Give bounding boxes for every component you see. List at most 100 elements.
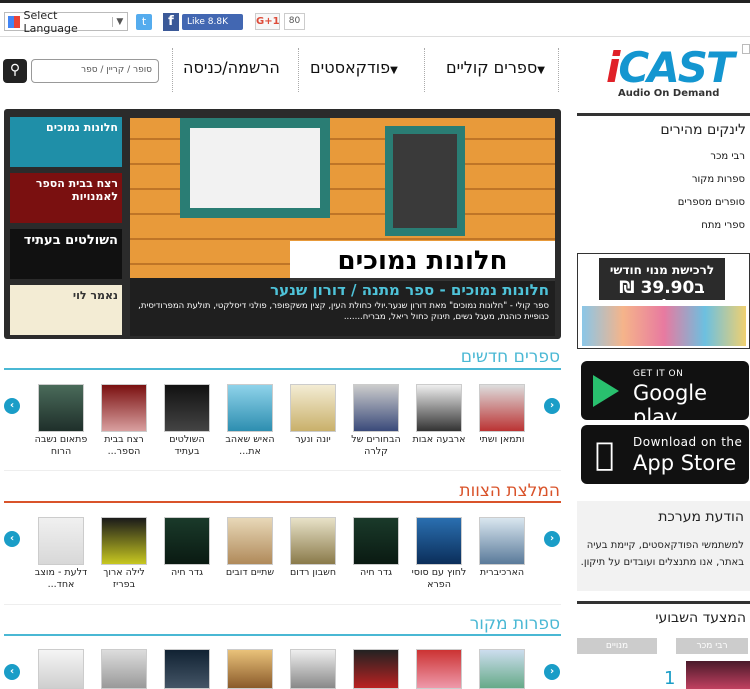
google-play-badge[interactable]: GET IT ON Google play [581, 361, 749, 429]
book-cover[interactable] [38, 649, 84, 689]
book-title[interactable]: חשבון רדום [283, 567, 343, 579]
facebook-like-button[interactable]: Like 8.8K [182, 14, 243, 30]
chevron-right-icon[interactable]: › [544, 398, 560, 414]
hero-thumb[interactable]: רצח בבית הספר לאמנויות [10, 173, 122, 223]
book-title[interactable]: דלעת - מוצב אחד... [31, 567, 91, 591]
chevron-right-icon[interactable]: › [544, 664, 560, 680]
book-cover[interactable] [164, 384, 210, 432]
hero-caption[interactable]: חלונות נמוכים - ספר מתנה / דורון שנער ספ… [130, 278, 555, 336]
book-title[interactable]: ארבעה אבות [409, 434, 469, 446]
apple-icon:  [595, 435, 614, 473]
book-title[interactable]: לחוץ עם סוסי הפרא [409, 567, 469, 591]
book-cover[interactable] [101, 649, 147, 689]
book-cover[interactable] [101, 517, 147, 565]
checkbox[interactable] [742, 44, 750, 54]
book-cover[interactable] [227, 384, 273, 432]
section-divider [4, 368, 561, 370]
chevron-left-icon[interactable]: ‹ [4, 398, 20, 414]
site-logo[interactable]: iCAST Audio On Demand [604, 43, 735, 103]
divider [298, 48, 299, 92]
top-bar: Select Language ▼ t f Like 8.8K G+1 80 [0, 0, 750, 36]
book-cover[interactable] [479, 649, 525, 689]
logo-tagline: Audio On Demand [618, 88, 720, 99]
book-cover[interactable] [353, 649, 399, 689]
hero-description: ספר קולי - "חלונות נמוכים" מאת דורון שנע… [138, 301, 549, 322]
book-cover[interactable] [353, 384, 399, 432]
book-title[interactable]: שתיים דובים [220, 567, 280, 579]
divider [172, 48, 173, 92]
language-label: Select Language [23, 8, 78, 35]
promo-text: לרכישת מנוי חודשי ב39.90 ₪ בלבד [599, 258, 725, 315]
divider [4, 604, 561, 605]
tab-subscribers[interactable]: מנויים [577, 638, 657, 654]
quick-link[interactable]: סופרים מספרים [678, 197, 745, 208]
book-title[interactable]: הבחורים של קלרה [346, 434, 406, 458]
section-title-staff-picks[interactable]: המלצת הצוות [459, 481, 560, 501]
weekly-chart-title: המצעד השבועי [577, 601, 750, 632]
book-cover[interactable] [38, 517, 84, 565]
book-title[interactable]: השולטים בעתיד [157, 434, 217, 458]
book-title[interactable]: הארכיברית [472, 567, 532, 579]
book-cover[interactable] [479, 384, 525, 432]
book-cover[interactable] [290, 517, 336, 565]
app-store-badge[interactable]:  Download on the App Store [581, 425, 749, 484]
book-cover[interactable] [416, 649, 462, 689]
hero-thumb[interactable]: השולטים בעתיד [10, 229, 122, 279]
quick-link[interactable]: ספרי מתח [701, 220, 745, 231]
system-notice: הודעת מערכת למשתמשי הפודקאסטים, קיימת בע… [577, 501, 750, 591]
rank-number: 1 [664, 668, 676, 689]
section-divider [4, 501, 561, 503]
twitter-icon[interactable]: t [136, 14, 152, 30]
nav-audiobooks[interactable]: ▼ספרים קוליים [446, 58, 549, 77]
notice-body: למשתמשי הפודקאסטים, קיימת בעיה באתר, אנו… [580, 540, 744, 568]
book-title[interactable]: גדר חיה [157, 567, 217, 579]
section-title-new-books[interactable]: ספרים חדשים [461, 347, 560, 367]
book-cover[interactable] [227, 649, 273, 689]
hero-sign: חלונות נמוכים [290, 241, 555, 281]
chevron-left-icon[interactable]: ‹ [4, 664, 20, 680]
book-title[interactable]: לילה ארוך בפריז [94, 567, 154, 591]
google-plus-button[interactable]: G+1 [255, 13, 280, 30]
chevron-down-icon: ▼ [111, 16, 127, 27]
hero-thumb[interactable]: נאמר לוי [10, 285, 122, 335]
quick-link[interactable]: ספרות מקור [692, 174, 745, 185]
book-title[interactable]: ותמאן ושתי [472, 434, 532, 446]
quick-links-title: לינקים מהירים [577, 113, 750, 144]
book-cover[interactable] [164, 517, 210, 565]
book-cover[interactable] [164, 649, 210, 689]
book-cover[interactable] [416, 384, 462, 432]
book-cover[interactable] [353, 517, 399, 565]
book-cover[interactable] [416, 517, 462, 565]
language-select[interactable]: Select Language ▼ [4, 9, 128, 35]
quick-link[interactable]: רבי מכר [710, 151, 745, 162]
subscription-promo[interactable]: לרכישת מנוי חודשי ב39.90 ₪ בלבד [577, 253, 750, 349]
book-cover[interactable] [38, 384, 84, 432]
hero-thumb[interactable]: חלונות נמוכים [10, 117, 122, 167]
nav-register-login[interactable]: הרשמה/כניסה [183, 58, 280, 77]
chevron-right-icon[interactable]: › [544, 531, 560, 547]
book-title[interactable]: יונה ונער [283, 434, 343, 446]
search-icon[interactable]: ⚲ [3, 59, 27, 83]
promo-image [582, 306, 746, 346]
google-plus-count: 80 [284, 13, 305, 30]
book-title[interactable]: רצח בבית הספר... [94, 434, 154, 458]
book-cover[interactable] [290, 649, 336, 689]
facebook-icon[interactable]: f [163, 13, 179, 31]
nav-podcasts[interactable]: ▼פודקאסטים [310, 58, 402, 77]
book-cover[interactable] [290, 384, 336, 432]
chevron-left-icon[interactable]: ‹ [4, 531, 20, 547]
book-cover[interactable] [479, 517, 525, 565]
chevron-down-icon: ▼ [537, 65, 545, 76]
book-cover[interactable] [227, 517, 273, 565]
tab-bestsellers[interactable]: רבי מכר [676, 638, 748, 654]
window-graphic [385, 126, 465, 236]
book-cover[interactable] [101, 384, 147, 432]
book-title[interactable]: גדר חיה [346, 567, 406, 579]
chart-book-cover[interactable] [686, 661, 750, 689]
book-title[interactable]: פתאום נשבה הרוח [31, 434, 91, 458]
google-play-icon [593, 375, 619, 407]
search-input[interactable]: סופר / קריין / ספר [31, 59, 159, 83]
chevron-down-icon: ▼ [390, 65, 398, 76]
book-title[interactable]: האיש שאהב את... [220, 434, 280, 458]
section-title-original-literature[interactable]: ספרות מקור [470, 614, 560, 634]
